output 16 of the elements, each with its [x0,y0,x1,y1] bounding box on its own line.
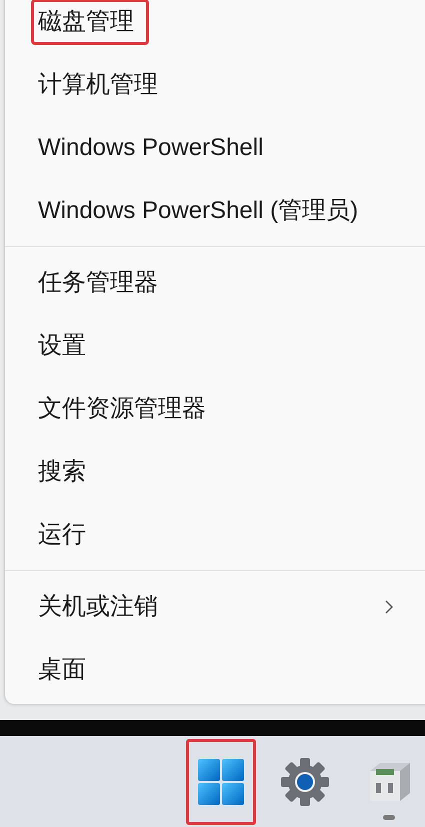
windows-logo-icon [198,758,244,804]
menu-item[interactable]: 运行 [5,503,425,566]
menu-item[interactable]: 关机或注销 [5,575,425,638]
running-indicator [383,814,395,820]
menu-item[interactable]: 计算机管理 [5,53,425,116]
gear-icon [280,756,330,806]
menu-item[interactable]: Windows PowerShell (管理员) [5,179,425,242]
menu-item[interactable]: 设置 [5,314,425,377]
menu-item[interactable]: 桌面 [5,638,425,701]
chevron-right-icon [384,598,394,614]
menu-item[interactable]: Windows PowerShell [5,116,425,179]
menu-item[interactable]: 搜索 [5,440,425,503]
taskbar-button[interactable] [186,738,256,824]
menu-item[interactable]: 文件资源管理器 [5,377,425,440]
menu-item[interactable]: 磁盘管理 [5,0,425,53]
menu-item[interactable]: 任务管理器 [5,251,425,314]
